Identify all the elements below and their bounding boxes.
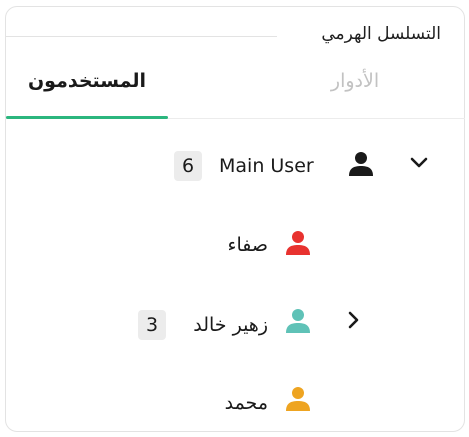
tree-item-name[interactable]: صفاء [228, 228, 268, 262]
tree-item-name[interactable]: محمد [225, 386, 268, 420]
tab-roles[interactable]: الأدوار [300, 66, 410, 96]
active-tab-indicator [6, 116, 168, 119]
tree-item-name[interactable]: Main User [219, 149, 314, 183]
chevron-down-icon[interactable] [409, 155, 429, 171]
panel-border-top [5, 36, 277, 37]
user-icon [284, 385, 312, 413]
user-icon [284, 307, 312, 335]
user-icon [284, 229, 312, 257]
count-badge: 6 [174, 151, 202, 181]
user-icon [347, 150, 375, 178]
chevron-right-icon[interactable] [346, 310, 362, 330]
tree-item-name[interactable]: زهير خالد [193, 308, 268, 342]
panel-legend: التسلسل الهرمي [317, 24, 445, 44]
count-badge: 3 [138, 310, 166, 340]
tab-users[interactable]: المستخدمون [6, 66, 168, 96]
